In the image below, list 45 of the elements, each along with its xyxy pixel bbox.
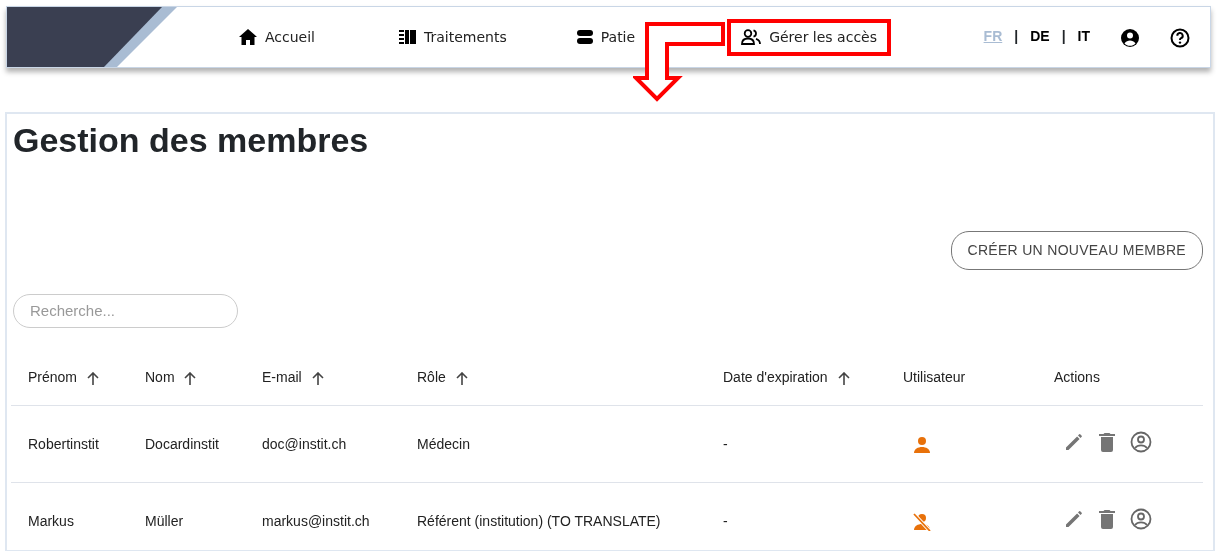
account-circle-icon[interactable]	[1130, 507, 1152, 530]
column-header[interactable]: E-mail	[262, 369, 302, 386]
column-header[interactable]: Prénom	[28, 369, 78, 386]
column-header: Actions	[1054, 369, 1100, 386]
account-circle-icon[interactable]	[1130, 430, 1152, 453]
separator: |	[1061, 27, 1066, 47]
sort-arrow-icon[interactable]	[455, 371, 468, 385]
home-icon	[239, 29, 257, 45]
nav-link[interactable]: Gérer les accès	[727, 18, 891, 56]
table-cell: Médecin	[417, 435, 470, 452]
sort-arrow-icon[interactable]	[311, 371, 324, 385]
table-cell: markus@instit.ch	[262, 512, 370, 529]
create-member-button[interactable]: CRÉER UN NOUVEAU MEMBRE	[950, 230, 1203, 270]
nav-link[interactable]: Patie	[576, 22, 636, 52]
stack-icon	[576, 30, 593, 44]
edit-icon[interactable]	[1064, 508, 1084, 529]
table-cell: Robertinstit	[28, 435, 99, 452]
sort-arrow-icon[interactable]	[184, 371, 197, 385]
sort-arrow-icon[interactable]	[837, 371, 850, 385]
sort-arrow-icon[interactable]	[86, 371, 99, 385]
edit-icon[interactable]	[1064, 431, 1084, 452]
help-icon[interactable]	[1170, 27, 1190, 48]
page-title: Gestion des membres	[13, 120, 370, 161]
separator: |	[1014, 27, 1019, 47]
column-header[interactable]: Rôle	[417, 369, 446, 386]
people-icon	[741, 29, 762, 45]
column-header: Utilisateur	[903, 369, 966, 386]
search-field[interactable]: Recherche...	[13, 293, 238, 328]
table-cell: Référent (institution) (TO TRANSLATE)	[417, 512, 661, 529]
table-cell: Markus	[28, 512, 74, 529]
table-cell: Docardinstit	[145, 435, 219, 452]
language-link[interactable]: DE	[1030, 26, 1050, 48]
column-header[interactable]: Nom	[145, 369, 175, 386]
table-cell: -	[723, 512, 728, 529]
nav-link[interactable]: Accueil	[239, 22, 315, 52]
delete-icon[interactable]	[1098, 431, 1116, 452]
language-link[interactable]: IT	[1077, 26, 1090, 48]
column-header[interactable]: Date d'expiration	[723, 369, 828, 386]
delete-icon[interactable]	[1098, 508, 1116, 529]
table-cell: -	[723, 435, 728, 452]
list-icon	[399, 30, 416, 44]
table-cell: doc@instit.ch	[262, 435, 347, 452]
table-cell: Müller	[145, 512, 184, 529]
account-icon[interactable]	[1120, 27, 1140, 48]
nav-link[interactable]: Traitements	[399, 22, 507, 52]
